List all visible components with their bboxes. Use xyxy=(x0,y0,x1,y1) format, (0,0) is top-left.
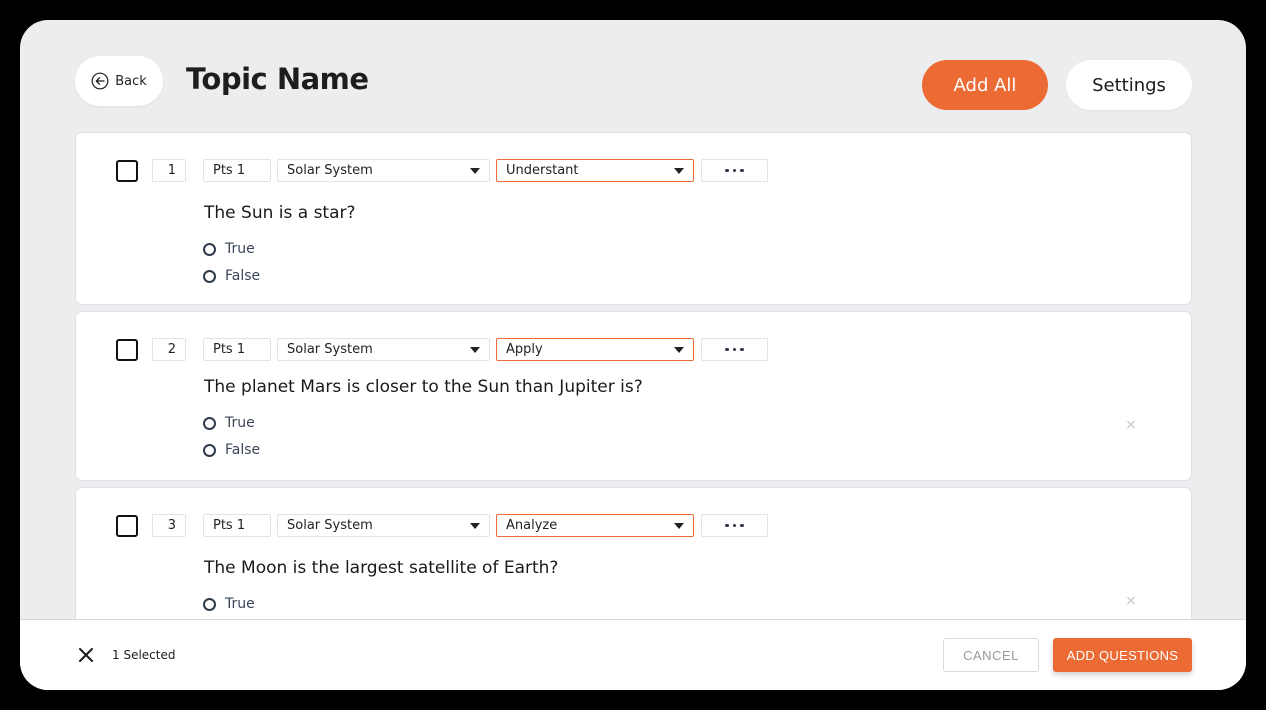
question-number-value: 3 xyxy=(167,518,176,533)
device-frame: Back Topic Name Add All Settings 1 Pts 1… xyxy=(0,0,1266,710)
ellipsis-icon xyxy=(725,168,744,173)
page-title: Topic Name xyxy=(186,62,369,96)
selected-count: 1 Selected xyxy=(112,648,176,662)
add-questions-button[interactable]: ADD QUESTIONS xyxy=(1053,638,1192,672)
points-input[interactable]: Pts 1 xyxy=(203,514,271,537)
caret-down-icon xyxy=(674,346,684,353)
option-label: False xyxy=(225,268,261,284)
question-checkbox[interactable] xyxy=(116,160,138,182)
back-button[interactable]: Back xyxy=(75,56,163,106)
add-all-button[interactable]: Add All xyxy=(922,60,1048,110)
level-value: Understant xyxy=(506,163,579,178)
more-options-button[interactable] xyxy=(701,514,768,537)
question-checkbox[interactable] xyxy=(116,339,138,361)
points-value: Pts 1 xyxy=(213,163,246,178)
caret-down-icon xyxy=(470,522,480,529)
level-value: Apply xyxy=(506,342,543,357)
level-value: Analyze xyxy=(506,518,558,533)
close-icon[interactable]: × xyxy=(1124,418,1138,432)
question-number: 1 xyxy=(152,159,186,182)
ellipsis-icon xyxy=(725,347,744,352)
question-text: The planet Mars is closer to the Sun tha… xyxy=(204,377,643,397)
cancel-button[interactable]: CANCEL xyxy=(943,638,1039,672)
option-label: False xyxy=(225,442,261,458)
topic-value: Solar System xyxy=(287,518,373,533)
answer-option[interactable]: True xyxy=(203,596,255,612)
more-options-button[interactable] xyxy=(701,159,768,182)
settings-button[interactable]: Settings xyxy=(1066,60,1192,110)
topic-dropdown[interactable]: Solar System xyxy=(277,514,490,537)
radio-icon xyxy=(203,269,216,283)
points-input[interactable]: Pts 1 xyxy=(203,159,271,182)
more-options-button[interactable] xyxy=(701,338,768,361)
arrow-left-circle-icon xyxy=(91,72,109,90)
points-input[interactable]: Pts 1 xyxy=(203,338,271,361)
caret-down-icon xyxy=(674,167,684,174)
question-text: The Sun is a star? xyxy=(204,203,356,223)
question-number-value: 1 xyxy=(167,163,176,178)
caret-down-icon xyxy=(470,346,480,353)
close-icon[interactable] xyxy=(77,646,95,664)
topic-value: Solar System xyxy=(287,342,373,357)
question-number: 3 xyxy=(152,514,186,537)
topic-dropdown[interactable]: Solar System xyxy=(277,338,490,361)
question-text: The Moon is the largest satellite of Ear… xyxy=(204,558,559,578)
answer-option[interactable]: False xyxy=(203,442,260,458)
ellipsis-icon xyxy=(725,523,744,528)
radio-icon xyxy=(203,416,216,430)
option-label: True xyxy=(225,241,255,257)
question-card: 2 Pts 1 Solar System Apply The planet Ma… xyxy=(75,311,1192,481)
back-label: Back xyxy=(115,73,147,89)
close-icon[interactable]: × xyxy=(1124,594,1138,608)
level-dropdown[interactable]: Apply xyxy=(496,338,694,361)
caret-down-icon xyxy=(674,522,684,529)
level-dropdown[interactable]: Analyze xyxy=(496,514,694,537)
app-screen: Back Topic Name Add All Settings 1 Pts 1… xyxy=(20,20,1246,690)
topic-dropdown[interactable]: Solar System xyxy=(277,159,490,182)
answer-option[interactable]: True xyxy=(203,241,255,257)
option-label: True xyxy=(225,596,255,612)
points-value: Pts 1 xyxy=(213,518,246,533)
answer-option[interactable]: True xyxy=(203,415,255,431)
question-number-value: 2 xyxy=(167,342,176,357)
radio-icon xyxy=(203,597,216,611)
radio-icon xyxy=(203,242,216,256)
option-label: True xyxy=(225,415,255,431)
points-value: Pts 1 xyxy=(213,342,246,357)
question-checkbox[interactable] xyxy=(116,515,138,537)
question-card: 1 Pts 1 Solar System Understant The Sun … xyxy=(75,132,1192,305)
level-dropdown[interactable]: Understant xyxy=(496,159,694,182)
topic-value: Solar System xyxy=(287,163,373,178)
question-number: 2 xyxy=(152,338,186,361)
radio-icon xyxy=(203,443,216,457)
selection-bar: 1 Selected CANCEL ADD QUESTIONS xyxy=(20,619,1246,690)
caret-down-icon xyxy=(470,167,480,174)
answer-option[interactable]: False xyxy=(203,268,260,284)
